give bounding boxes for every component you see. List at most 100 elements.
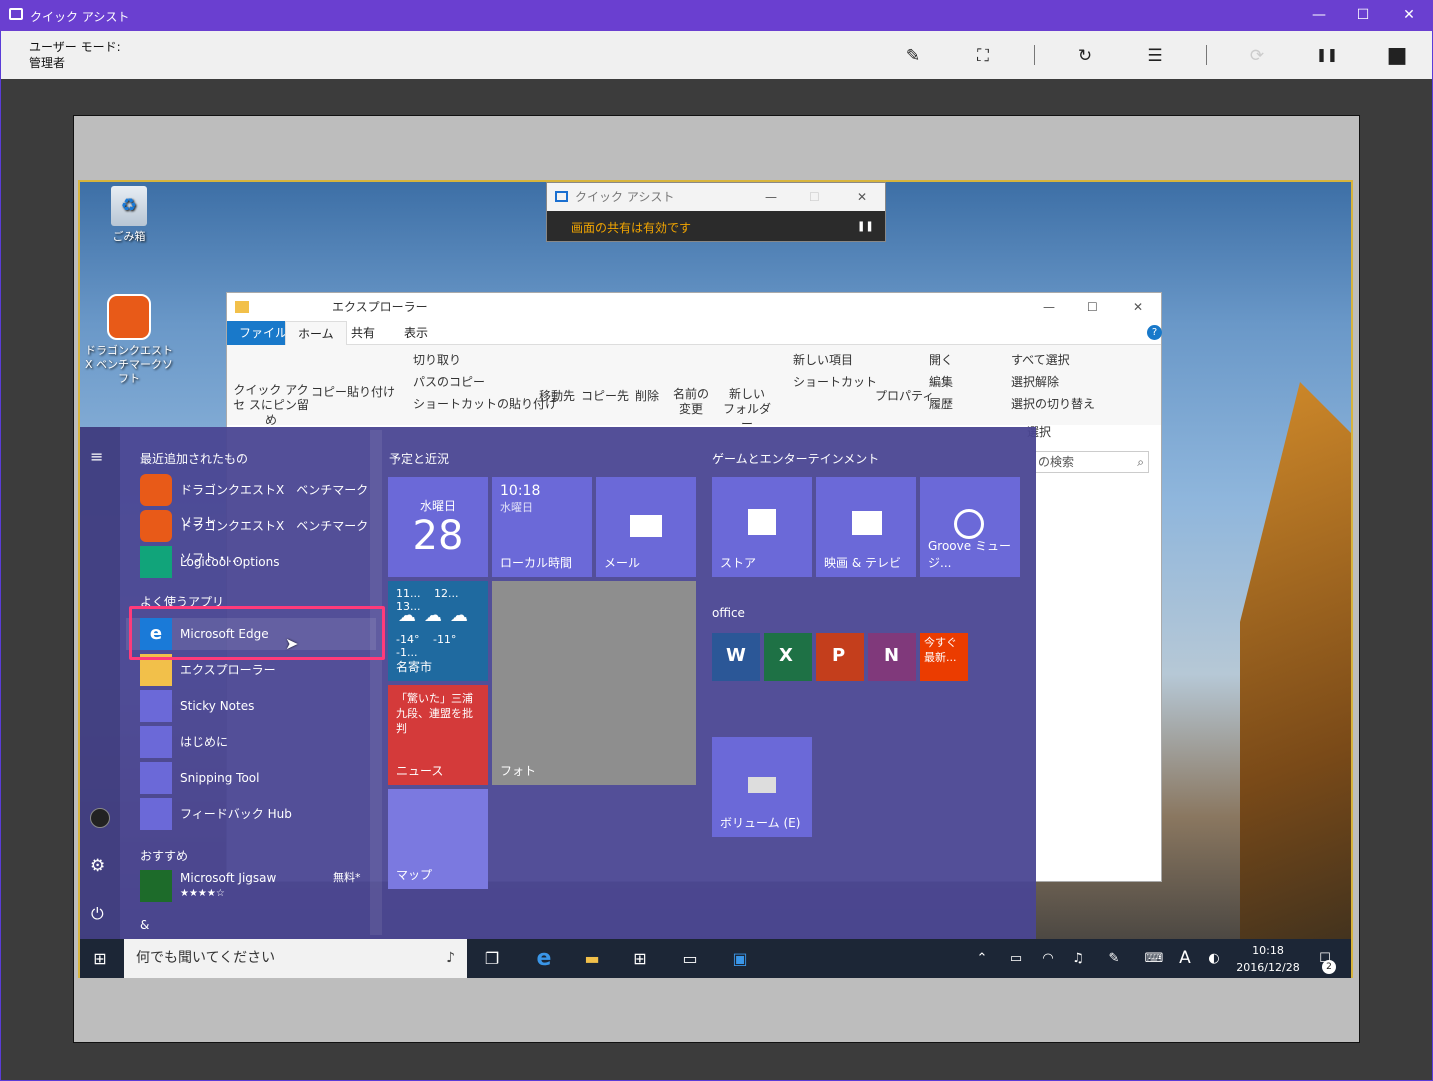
game-shortcut[interactable]: ドラゴンクエストⅩ ベンチマークソフト [84,294,174,386]
tile-clock[interactable]: 10:18 水曜日 ローカル時間 [492,477,592,577]
app-get-started[interactable]: はじめに [140,726,376,758]
app-logicool-options[interactable]: Logicool Options [140,546,376,578]
close-button[interactable]: ✕ [1386,0,1432,31]
sticky-notes-icon [140,690,172,722]
properties-button[interactable]: プロパティ [875,387,934,404]
feedback-icon [140,798,172,830]
hamburger-icon[interactable]: ≡ [90,447,103,466]
tile-store[interactable]: ストア [712,477,812,577]
cortana-search-input[interactable]: 何でも聞いてください ♪ [124,939,467,978]
slime-icon [140,474,172,506]
explorer-maximize-button[interactable]: ☐ [1087,293,1098,321]
app-snipping-tool[interactable]: Snipping Tool [140,762,376,794]
tab-share[interactable]: 共有 [339,321,387,345]
tile-news[interactable]: 「驚いた」三浦九段、連盟を批判 ニュース [388,685,488,785]
mini-minimize-button[interactable]: — [765,183,777,211]
tile-photos[interactable]: フォト [492,581,696,785]
network-icon[interactable]: ◠ [1036,939,1060,978]
task-manager-button[interactable]: ☰ [1140,41,1170,71]
new-item-button[interactable]: 新しい項目 [793,351,853,368]
app-microsoft-jigsaw[interactable]: Microsoft Jigsaw ★★★★☆ 無料* [140,870,376,902]
power-icon[interactable]: ⏻ [91,904,104,924]
ime-mode-icon[interactable]: ◐ [1203,939,1225,978]
tile-groove[interactable]: Groove ミュージ... [920,477,1020,577]
minimize-button[interactable]: — [1296,0,1342,31]
select-none-button[interactable]: 選択解除 [1011,373,1059,390]
copy-button[interactable]: コピー [311,383,347,400]
paste-button[interactable]: 貼り付け [347,383,395,400]
tab-home[interactable]: ホーム [285,321,347,345]
copy-path-button[interactable]: パスのコピー [413,373,485,390]
recycle-bin[interactable]: ♻ ごみ箱 [84,186,174,244]
explorer-taskbar-icon[interactable]: ▬ [572,939,612,978]
restart-button[interactable]: ↻ [1070,41,1100,71]
battery-icon[interactable]: ▭ [1004,939,1028,978]
app-feedback-hub[interactable]: フィードバック Hub [140,798,376,830]
task-view-icon[interactable]: ❐ [472,939,512,978]
history-button[interactable]: 履歴 [929,395,953,412]
stop-button[interactable]: ■ [1382,41,1412,71]
tile-weather[interactable]: 11... 12... 13... ☁☁☁ -14° -11° -1... 名寄… [388,581,488,681]
pin-quick-access-button[interactable]: クイック アクセ スにピン留め [233,383,309,428]
copy-to-button[interactable]: コピー先 [581,387,629,404]
tab-view[interactable]: 表示 [392,321,440,345]
fit-screen-button[interactable]: ⛶ [968,41,998,71]
tile-label: ニュース [396,764,444,778]
help-icon[interactable]: ? [1147,325,1162,340]
tile-office-update[interactable]: 今すぐ最新... [920,633,968,681]
mini-pause-button[interactable]: ❚❚ [857,221,874,232]
pen-icon[interactable]: ✎ [1102,939,1126,978]
shortcut-button[interactable]: ショートカット [793,373,877,390]
mini-maximize-button[interactable]: ☐ [809,183,820,211]
tile-maps[interactable]: マップ [388,789,488,889]
pause-button[interactable]: ❚❚ [1312,41,1342,71]
maximize-button[interactable]: ☐ [1340,0,1386,31]
tile-onenote[interactable]: N [868,633,916,681]
reconnect-button[interactable]: ⟳ [1242,41,1272,71]
letter-header[interactable]: & [140,918,149,932]
tile-label: フォト [500,764,537,778]
open-button[interactable]: 開く [929,351,953,368]
microphone-icon[interactable]: ♪ [446,939,455,978]
tray-chevron-icon[interactable]: ⌃ [970,939,994,978]
delete-button[interactable]: 削除 [635,387,659,404]
app-dq-benchmark[interactable]: ドラゴンクエストⅩ ベンチマークソフト [140,474,376,529]
keyboard-icon[interactable]: ⌨ [1140,939,1168,978]
select-all-button[interactable]: すべて選択 [1011,351,1070,368]
edge-taskbar-icon[interactable]: e [524,939,564,978]
explorer-close-button[interactable]: ✕ [1133,293,1143,321]
app-dq-benchmark-2[interactable]: ドラゴンクエストⅩ ベンチマークソフト・... [140,510,376,565]
rename-button[interactable]: 名前の 変更 [671,387,711,417]
groove-icon [954,509,984,539]
recommended-header: おすすめ [140,849,189,863]
store-taskbar-icon[interactable]: ⊞ [620,939,660,978]
invert-selection-button[interactable]: 選択の切り替え [1011,395,1095,412]
tile-volume[interactable]: ボリューム (E) [712,737,812,837]
volume-icon[interactable]: ♫ [1066,939,1090,978]
windows-start-icon[interactable]: ⊞ [80,939,120,978]
explorer-search-input[interactable]: の検索 ⌕ [1035,451,1149,473]
explorer-minimize-button[interactable]: — [1043,293,1055,321]
tile-calendar[interactable]: 水曜日 28 [388,477,488,577]
paste-shortcut-button[interactable]: ショートカットの貼り付け [413,395,557,412]
tile-mail[interactable]: メール [596,477,696,577]
tile-label: ローカル時間 [500,556,573,570]
move-to-button[interactable]: 移動先 [539,387,575,404]
user-avatar[interactable] [90,808,110,828]
cut-button[interactable]: 切り取り [413,351,461,368]
tile-powerpoint[interactable]: P [816,633,864,681]
ribbon-home: クイック アクセ スにピン留め コピー 貼り付け 切り取り パスのコピー ショー… [227,345,1161,431]
clock[interactable]: 10:18 2016/12/28 [1232,939,1304,978]
annotate-button[interactable]: ✎ [898,41,928,71]
tile-excel[interactable]: X [764,633,812,681]
quick-assist-taskbar-icon[interactable]: ▣ [720,939,760,978]
monitor-taskbar-icon[interactable]: ▭ [670,939,710,978]
app-sticky-notes[interactable]: Sticky Notes [140,690,376,722]
tile-word[interactable]: W [712,633,760,681]
settings-icon[interactable]: ⚙ [90,856,105,876]
tile-movies[interactable]: 映画 & テレビ [816,477,916,577]
ime-indicator[interactable]: A [1174,939,1196,978]
mini-close-button[interactable]: ✕ [857,183,867,211]
new-folder-button[interactable]: 新しい フォルダー [723,387,771,432]
edit-button[interactable]: 編集 [929,373,953,390]
